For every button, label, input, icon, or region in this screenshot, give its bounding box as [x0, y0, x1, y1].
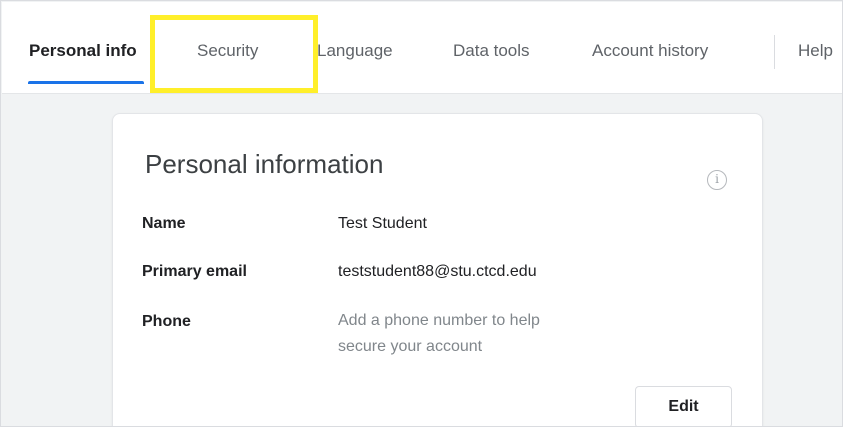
- tab-help[interactable]: Help: [798, 40, 833, 62]
- name-value: Test Student: [338, 215, 427, 232]
- phone-label: Phone: [142, 313, 191, 330]
- tab-divider: [774, 35, 775, 69]
- tab-account-history[interactable]: Account history: [592, 40, 708, 62]
- name-label: Name: [142, 215, 186, 232]
- personal-information-card: Personal information i Name Test Student…: [112, 113, 763, 426]
- tab-security[interactable]: Security: [197, 40, 258, 62]
- tab-personal-info[interactable]: Personal info: [29, 40, 137, 62]
- tab-language[interactable]: Language: [317, 40, 393, 62]
- card-title: Personal information: [145, 149, 384, 179]
- phone-value: Add a phone number to help secure your a…: [338, 312, 540, 355]
- primary-email-label: Primary email: [142, 263, 247, 280]
- primary-email-value: teststudent88@stu.ctcd.edu: [338, 263, 537, 280]
- active-tab-indicator: [28, 81, 144, 84]
- edit-button[interactable]: Edit: [635, 386, 732, 426]
- info-circle-icon[interactable]: i: [707, 170, 727, 190]
- account-settings-page: Personal info Security Language Data too…: [0, 0, 843, 427]
- tab-data-tools[interactable]: Data tools: [453, 40, 530, 62]
- tab-bar: Personal info Security Language Data too…: [2, 2, 842, 94]
